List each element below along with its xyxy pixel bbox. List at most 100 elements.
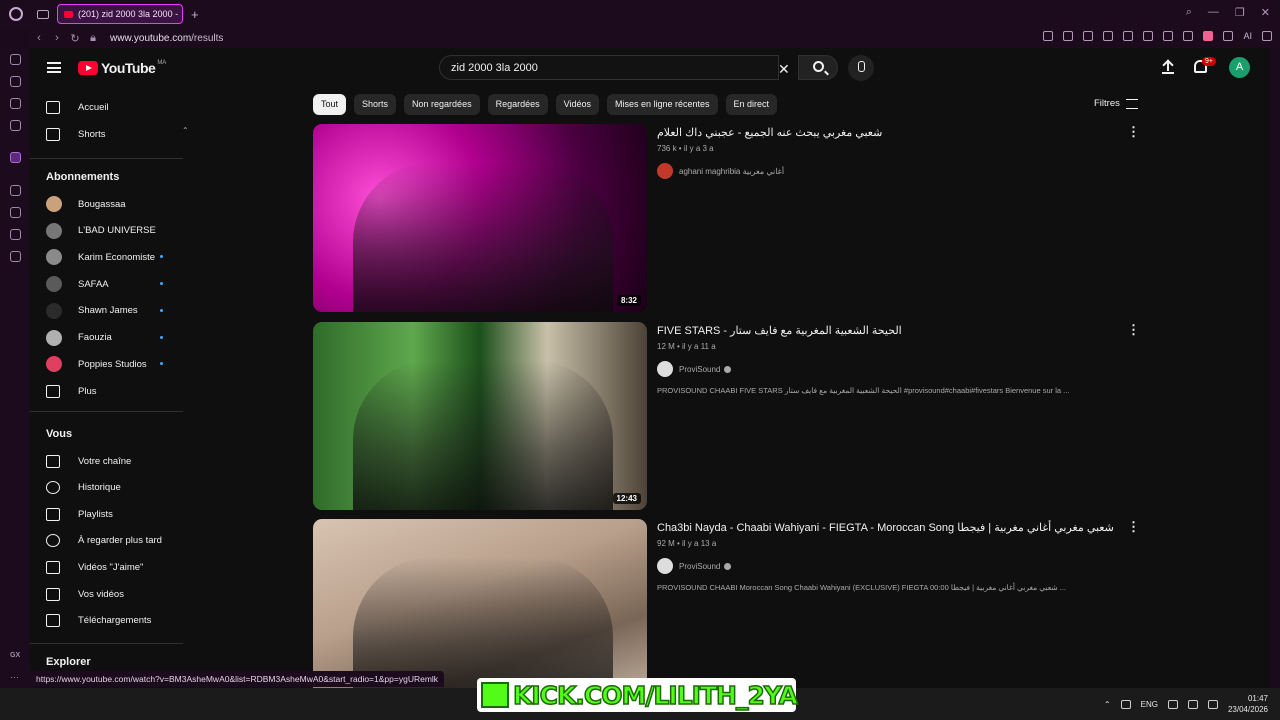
youtube-wordmark: YouTube <box>101 60 156 76</box>
tab-youtube[interactable]: (201) zid 2000 3la 2000 - <box>57 4 183 24</box>
guide-item-subscription[interactable]: Bougassaa <box>46 194 126 214</box>
settings-sidebar-icon[interactable] <box>10 251 21 262</box>
bookmarks-icon[interactable] <box>10 76 21 87</box>
opera-logo-icon[interactable] <box>9 7 23 21</box>
more-actions-icon[interactable]: ⋮ <box>1127 519 1140 535</box>
video-title[interactable]: Cha3bi Nayda - Chaabi Wahiyani - FIEGTA … <box>657 521 1114 534</box>
create-upload-icon[interactable] <box>1162 60 1174 74</box>
back-icon[interactable]: ‹ <box>30 32 48 44</box>
filters-button[interactable]: Filtres <box>1094 98 1138 109</box>
close-window-icon[interactable]: ✕ <box>1261 6 1270 19</box>
clear-search-icon[interactable]: ✕ <box>778 61 790 78</box>
forward-icon[interactable]: › <box>48 32 66 44</box>
chip-shorts[interactable]: Shorts <box>354 94 397 115</box>
speed-dial-icon[interactable] <box>10 54 21 65</box>
tab-search-icon[interactable]: ⌕ <box>1186 6 1192 19</box>
guide-item-subscription[interactable]: Karim Economiste <box>46 247 163 267</box>
video-thumbnail[interactable] <box>313 519 647 688</box>
guide-item-your-videos[interactable]: Vos vidéos <box>46 584 124 604</box>
guide-item-subscription[interactable]: L'BAD UNIVERSE <box>46 221 156 241</box>
youtube-logo[interactable]: YouTube MA <box>78 60 166 76</box>
snapshot-icon[interactable] <box>1063 31 1074 41</box>
avatar[interactable]: A <box>1229 57 1250 78</box>
guide-item-label: Votre chaîne <box>78 455 132 467</box>
guide-item-like[interactable]: Vidéos "J'aime" <box>46 557 143 577</box>
channel-link[interactable]: ProviSound <box>657 361 732 377</box>
menu-icon[interactable] <box>1262 31 1272 41</box>
profile-extension-icon[interactable] <box>1203 31 1214 41</box>
battery-icon[interactable] <box>1207 699 1218 709</box>
chevron-up-tray-icon[interactable]: ⌃ <box>1104 700 1111 709</box>
browser-window: (201) zid 2000 3la 2000 - + ⌕ — ❐ ✕ ‹ › … <box>0 0 1280 720</box>
channel-avatar[interactable] <box>657 163 673 179</box>
more-actions-icon[interactable]: ⋮ <box>1127 124 1140 140</box>
search-input[interactable]: zid 2000 3la 2000 <box>439 55 779 80</box>
workspaces-icon[interactable] <box>37 9 49 19</box>
youtube-header: YouTube MA zid 2000 3la 2000 ✕ 9+ A <box>30 48 1270 88</box>
aria-ai-button[interactable]: AI <box>1243 31 1252 41</box>
guide-item-playlists[interactable]: Playlists <box>46 504 113 524</box>
restore-icon[interactable]: ❐ <box>1235 6 1245 19</box>
extensions-icon[interactable] <box>1163 31 1174 41</box>
guide-item-subscription[interactable]: Poppies Studios <box>46 354 163 374</box>
clock[interactable]: 01:47 23/04/2026 <box>1228 693 1268 715</box>
microphone-tray-icon[interactable] <box>1120 699 1131 709</box>
shield-icon[interactable] <box>1083 31 1094 41</box>
guide-item-shorts[interactable]: Shorts <box>46 124 105 144</box>
chip-en-direct[interactable]: En direct <box>725 94 778 115</box>
translate-icon[interactable] <box>1183 31 1194 41</box>
guide-item-downloads[interactable]: Téléchargements <box>46 611 151 631</box>
guide-item-home[interactable]: Accueil <box>46 97 109 117</box>
player-icon[interactable] <box>1103 31 1114 41</box>
player-sidebar-icon[interactable] <box>10 185 21 196</box>
search-button[interactable] <box>798 55 838 80</box>
channel-link[interactable]: aghani maghribia أغاني مغربية <box>657 163 784 179</box>
channel-avatar[interactable] <box>657 558 673 574</box>
chip-regardées[interactable]: Regardées <box>487 94 548 115</box>
sidebar-more-icon[interactable]: ··· <box>10 672 19 682</box>
language-indicator[interactable]: ENG <box>1141 700 1158 709</box>
reload-icon[interactable]: ↻ <box>66 32 84 45</box>
volume-icon[interactable] <box>1187 699 1198 709</box>
audio-icon[interactable] <box>1143 31 1154 41</box>
chip-non-regardées[interactable]: Non regardées <box>404 94 480 115</box>
download-icon[interactable] <box>1223 31 1234 41</box>
guide-item-history[interactable]: Historique <box>46 478 121 498</box>
channel-avatar[interactable] <box>657 361 673 377</box>
guide-item-more[interactable]: Plus <box>46 381 96 401</box>
pin-icon[interactable] <box>1043 31 1054 41</box>
extensions-sidebar-icon[interactable] <box>10 229 21 240</box>
new-tab-icon[interactable]: + <box>191 7 199 22</box>
guide-item-subscription[interactable]: Shawn James <box>46 301 163 321</box>
guide-item-channel[interactable]: Votre chaîne <box>46 451 131 471</box>
messenger-icon[interactable] <box>10 98 21 109</box>
chevron-up-icon[interactable]: ⌃ <box>182 126 189 135</box>
minimize-icon[interactable]: — <box>1208 6 1219 19</box>
guide-item-subscription[interactable]: Faouzia <box>46 328 163 348</box>
you-heading[interactable]: Vous <box>46 428 72 440</box>
heart-icon[interactable] <box>1123 31 1134 41</box>
guide-item-watch-later[interactable]: À regarder plus tard <box>46 531 162 551</box>
more-actions-icon[interactable]: ⋮ <box>1127 322 1140 338</box>
video-result[interactable]: 8:32 شعبي مغربي يبحث عنه الجميع - عجبني د… <box>313 124 1143 312</box>
chip-tout[interactable]: Tout <box>313 94 347 115</box>
chip-vidéos[interactable]: Vidéos <box>555 94 599 115</box>
video-thumbnail[interactable]: 8:32 <box>313 124 647 312</box>
guide-item-subscription[interactable]: SAFAA <box>46 274 163 294</box>
subscriptions-heading[interactable]: Abonnements <box>46 171 119 183</box>
video-title[interactable]: شعبي مغربي يبحث عنه الجميع - عجبني داك ا… <box>657 126 882 139</box>
voice-search-icon[interactable] <box>848 55 874 81</box>
video-result[interactable]: Cha3bi Nayda - Chaabi Wahiyani - FIEGTA … <box>313 519 1143 688</box>
m-app-icon[interactable] <box>10 120 21 131</box>
chip-mises-en-ligne-récentes[interactable]: Mises en ligne récentes <box>606 94 718 115</box>
network-icon[interactable] <box>1167 699 1178 709</box>
video-meta: 736 k • il y a 3 a <box>657 144 714 153</box>
history-sidebar-icon[interactable] <box>10 207 21 218</box>
channel-link[interactable]: ProviSound <box>657 558 732 574</box>
url-field[interactable]: www.youtube.com/results <box>110 33 223 44</box>
video-thumbnail[interactable]: 12:43 <box>313 322 647 510</box>
twitch-icon[interactable] <box>10 152 21 163</box>
video-result[interactable]: 12:43 FIVE STARS - الحيحة الشعبية المغربي… <box>313 322 1143 510</box>
hamburger-menu-icon[interactable] <box>47 62 61 73</box>
video-title[interactable]: FIVE STARS - الحيحة الشعبية المغربية مع … <box>657 324 902 337</box>
